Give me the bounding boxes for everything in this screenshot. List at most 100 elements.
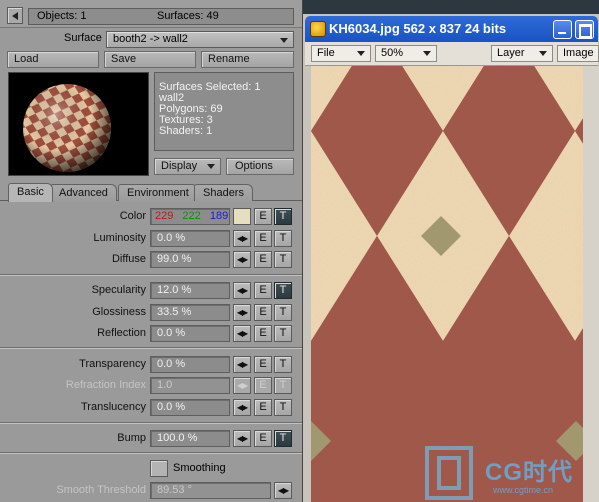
glossiness-input[interactable]: 33.5 % <box>150 304 230 321</box>
translucency-drag-arrows-icon[interactable]: ◀▶ <box>233 399 251 416</box>
surface-preview[interactable] <box>8 72 149 176</box>
divider <box>0 422 302 424</box>
checker-sphere-preview <box>23 84 111 172</box>
bump-texture-button[interactable]: T <box>274 430 292 447</box>
glossiness-texture-button[interactable]: T <box>274 304 292 321</box>
bump-drag-arrows-icon[interactable]: ◀▶ <box>233 430 251 447</box>
options-button[interactable]: Options <box>226 158 294 175</box>
refraction-index-label: Refraction Index <box>65 379 146 391</box>
zoom-value: 50% <box>381 47 404 59</box>
color-texture-button[interactable]: T <box>274 208 292 225</box>
bump-input[interactable]: 100.0 % <box>150 430 230 447</box>
color-swatch[interactable] <box>233 208 251 225</box>
layer-menu-label: Layer <box>497 47 525 59</box>
chevron-down-icon <box>207 164 215 169</box>
tab-environment[interactable]: Environment <box>118 184 198 201</box>
load-button-label: Load <box>14 53 39 65</box>
specularity-envelope-button[interactable]: E <box>254 282 272 299</box>
translucency-label: Translucency <box>80 401 146 413</box>
surfaces-count: Surfaces: 49 <box>157 10 219 22</box>
luminosity-texture-button[interactable]: T <box>274 230 292 247</box>
diffuse-envelope-button[interactable]: E <box>254 251 272 268</box>
specularity-texture-button[interactable]: T <box>274 282 292 299</box>
app-icon <box>310 21 326 37</box>
surface-stats: Surfaces Selected: 1 wall2 Polygons: 69 … <box>154 72 294 151</box>
chevron-down-icon <box>539 51 547 56</box>
tab-advanced[interactable]: Advanced <box>50 184 117 201</box>
diffuse-drag-arrows-icon[interactable]: ◀▶ <box>233 251 251 268</box>
image-menu[interactable]: Image <box>557 45 599 62</box>
reflection-envelope-button[interactable]: E <box>254 325 272 342</box>
color-envelope-button[interactable]: E <box>254 208 272 225</box>
image-menu-label: Image <box>563 47 594 59</box>
viewer-scroll-edge <box>583 66 599 502</box>
color-rgb-field[interactable]: 229 222 189 <box>150 208 230 225</box>
load-button[interactable]: Load <box>7 51 99 68</box>
reflection-drag-arrows-icon[interactable]: ◀▶ <box>233 325 251 342</box>
options-button-label: Options <box>235 160 273 172</box>
transparency-texture-button[interactable]: T <box>274 356 292 373</box>
surface-dropdown[interactable]: booth2 -> wall2 <box>106 31 294 48</box>
layer-menu[interactable]: Layer <box>491 45 553 62</box>
transparency-envelope-button[interactable]: E <box>254 356 272 373</box>
luminosity-drag-arrows-icon[interactable]: ◀▶ <box>233 230 251 247</box>
cgtime-watermark: CG时代 www.cgtime.cn <box>425 446 599 502</box>
chevron-down-icon <box>423 51 431 56</box>
rename-button-label: Rename <box>208 53 250 65</box>
reflection-texture-button[interactable]: T <box>274 325 292 342</box>
viewer-title: KH6034.jpg 562 x 837 24 bits <box>329 21 507 36</box>
save-button-label: Save <box>111 53 137 65</box>
translucency-texture-button[interactable]: T <box>274 399 292 416</box>
viewer-toolbar: File 50% Layer Image <box>305 42 599 66</box>
save-button[interactable]: Save <box>104 51 196 68</box>
watermark-brand: CG时代 <box>485 459 573 486</box>
viewer-titlebar[interactable]: KH6034.jpg 562 x 837 24 bits <box>305 16 598 42</box>
watermark-url: www.cgtime.cn <box>493 485 554 495</box>
surface-label: Surface <box>64 32 102 44</box>
transparency-input[interactable]: 0.0 % <box>150 356 230 373</box>
bump-envelope-button[interactable]: E <box>254 430 272 447</box>
objects-count: Objects: 1 <box>37 10 87 22</box>
zoom-dropdown[interactable]: 50% <box>375 45 437 62</box>
glossiness-envelope-button[interactable]: E <box>254 304 272 321</box>
transparency-label: Transparency <box>79 358 146 370</box>
tab-shaders[interactable]: Shaders <box>194 184 253 201</box>
diffuse-input[interactable]: 99.0 % <box>150 251 230 268</box>
smooth-threshold-input: 89.53 ° <box>150 482 271 499</box>
desktop-background <box>303 0 599 14</box>
image-viewer-window: KH6034.jpg 562 x 837 24 bits File 50% La… <box>302 0 599 502</box>
file-menu[interactable]: File <box>311 45 371 62</box>
transparency-drag-arrows-icon[interactable]: ◀▶ <box>233 356 251 373</box>
diffuse-texture-button[interactable]: T <box>274 251 292 268</box>
luminosity-input[interactable]: 0.0 % <box>150 230 230 247</box>
rename-button[interactable]: Rename <box>201 51 294 68</box>
smooth-threshold-drag-arrows-icon[interactable]: ◀▶ <box>274 482 292 499</box>
smoothing-checkbox[interactable] <box>150 460 168 477</box>
glossiness-label: Glossiness <box>92 306 146 318</box>
glossiness-drag-arrows-icon[interactable]: ◀▶ <box>233 304 251 321</box>
color-label: Color <box>119 210 146 222</box>
specularity-label: Specularity <box>91 284 146 296</box>
collapse-arrow-icon[interactable] <box>7 7 23 24</box>
minimize-icon[interactable] <box>553 20 572 39</box>
specularity-input[interactable]: 12.0 % <box>150 282 230 299</box>
reflection-input[interactable]: 0.0 % <box>150 325 230 342</box>
tab-basic[interactable]: Basic <box>8 183 53 202</box>
luminosity-envelope-button[interactable]: E <box>254 230 272 247</box>
color-green-value: 222 <box>182 210 201 222</box>
harlequin-tile-texture <box>311 66 583 502</box>
translucency-envelope-button[interactable]: E <box>254 399 272 416</box>
shader-count: Shaders: 1 <box>159 125 213 137</box>
chevron-down-icon <box>357 51 365 56</box>
file-menu-label: File <box>317 47 335 59</box>
translucency-input[interactable]: 0.0 % <box>150 399 230 416</box>
diffuse-label: Diffuse <box>111 253 146 265</box>
specularity-drag-arrows-icon[interactable]: ◀▶ <box>233 282 251 299</box>
image-canvas[interactable] <box>311 66 583 502</box>
display-dropdown[interactable]: Display <box>154 158 221 175</box>
divider <box>0 452 302 454</box>
divider <box>0 274 302 276</box>
display-dropdown-label: Display <box>161 160 198 172</box>
refraction-index-input: 1.0 <box>150 377 230 394</box>
maximize-icon[interactable] <box>575 20 594 39</box>
